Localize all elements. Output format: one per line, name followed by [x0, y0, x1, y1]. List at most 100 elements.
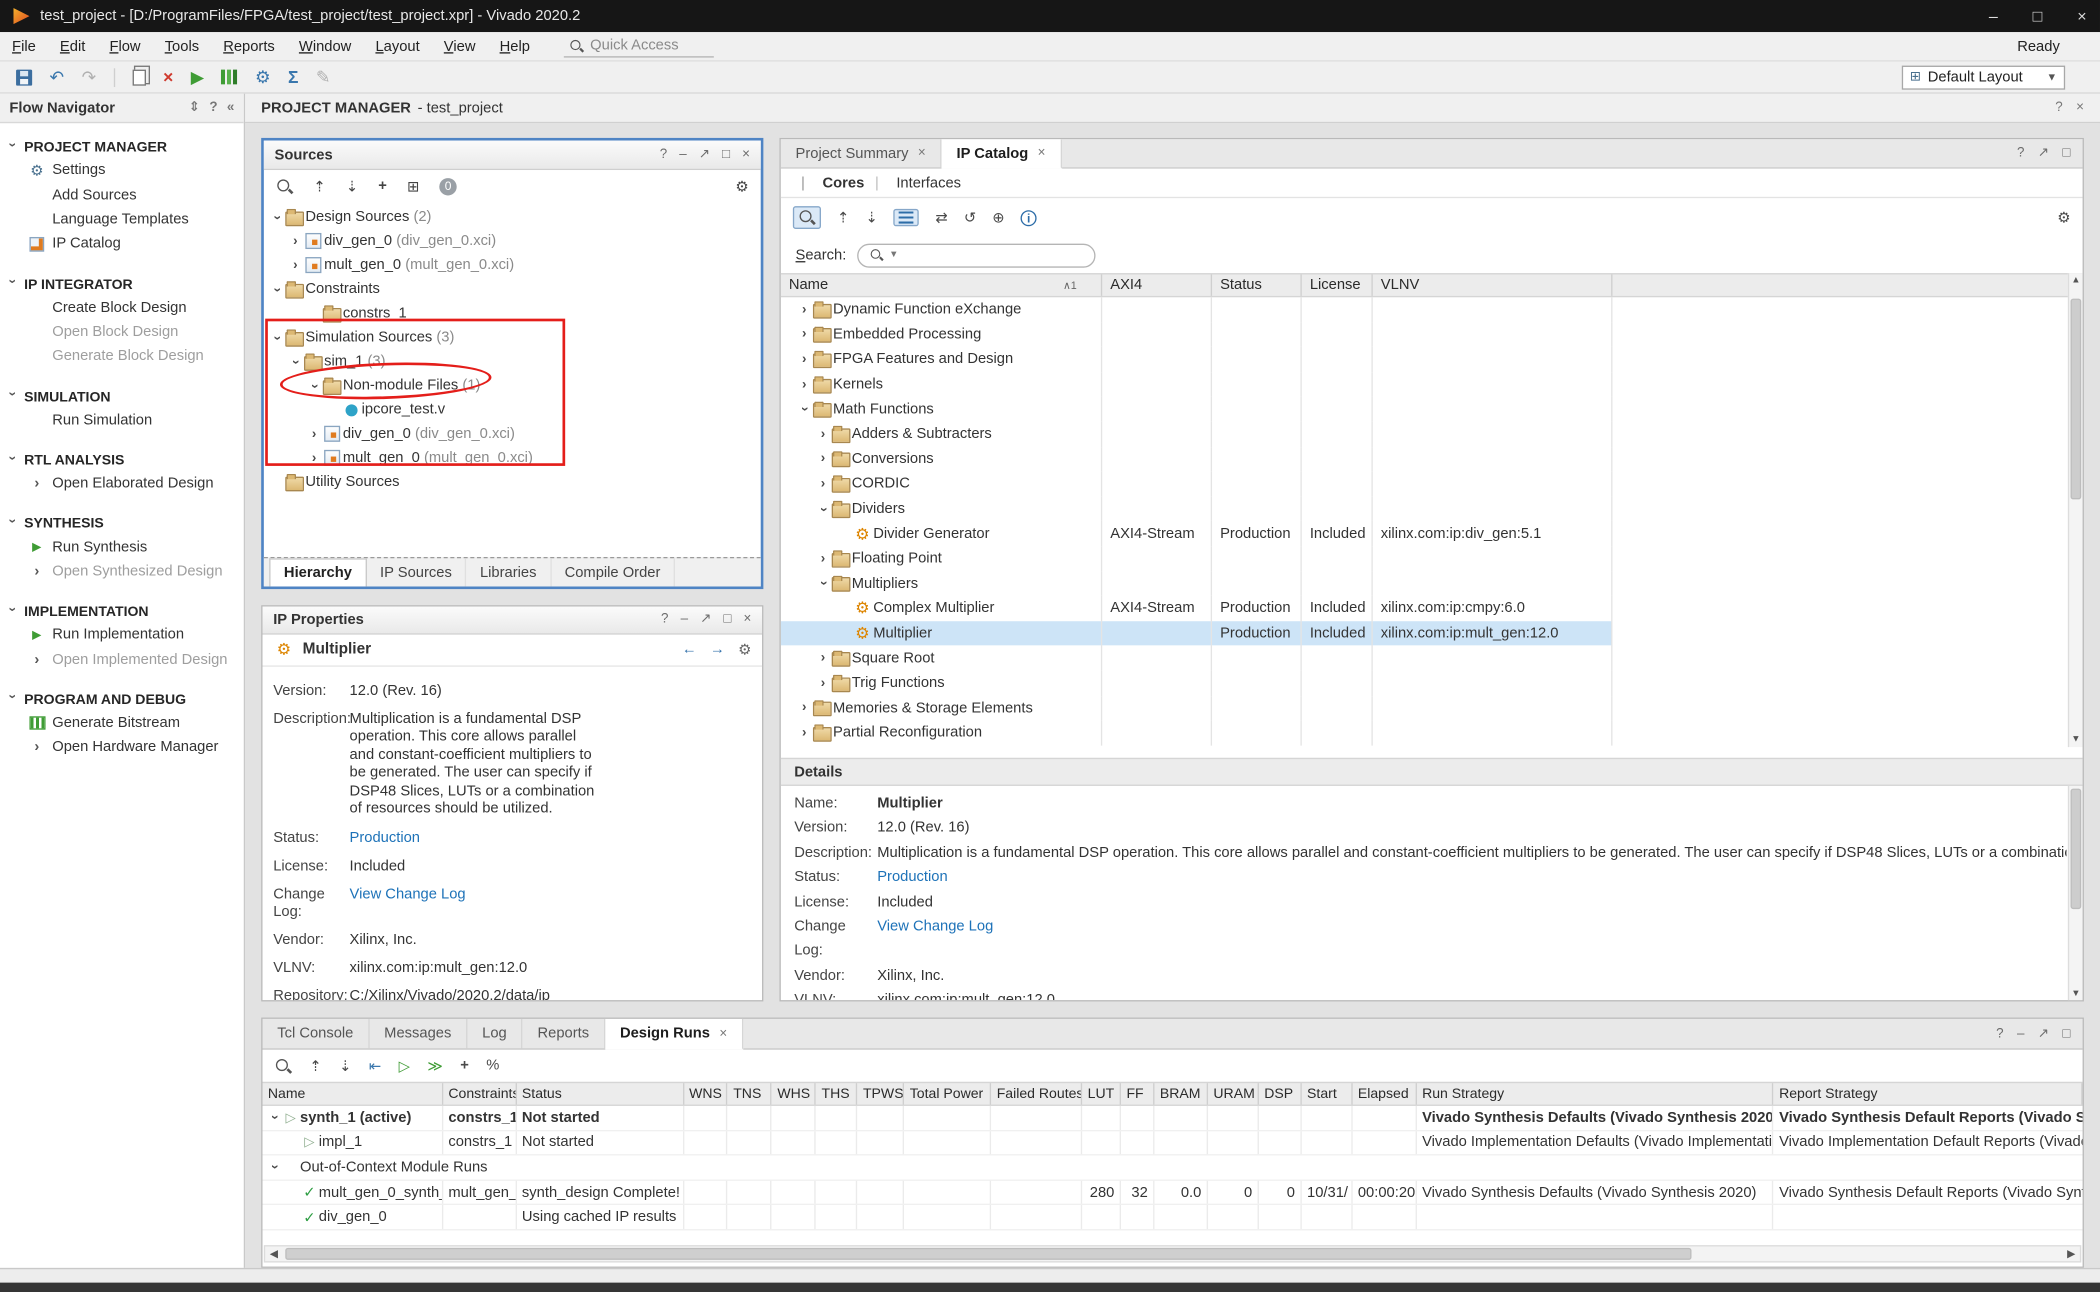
quick-access-search[interactable]: Quick Access — [563, 35, 713, 58]
tree-chevron-icon[interactable] — [269, 282, 284, 297]
menu-item[interactable]: Layout — [363, 34, 431, 58]
table-row[interactable]: Floating Point — [781, 546, 1613, 571]
float-icon[interactable]: ↗ — [2038, 1026, 2049, 1041]
menu-item[interactable]: Help — [488, 34, 542, 58]
maximize-icon[interactable]: □ — [2062, 1026, 2070, 1041]
maximize-window-button[interactable]: □ — [2033, 7, 2043, 26]
search-icon[interactable] — [276, 177, 293, 194]
table-row[interactable]: Embedded Processing — [781, 322, 1613, 347]
run-icon[interactable]: ▶ — [191, 66, 204, 87]
scroll-up-icon[interactable]: ▲ — [2071, 273, 2080, 288]
flow-navigator-item[interactable]: Open Synthesized Design — [0, 559, 244, 584]
column-header[interactable]: FF — [1121, 1083, 1154, 1104]
chevron-down-icon[interactable]: › — [5, 279, 20, 290]
menu-item[interactable]: File — [0, 34, 48, 58]
tree-chevron-icon[interactable] — [797, 726, 812, 741]
sources-view-tab[interactable]: Compile Order — [551, 558, 675, 586]
flow-navigator-item[interactable]: Create Block Design — [0, 295, 244, 320]
chevron-down-icon[interactable]: › — [5, 142, 20, 153]
tree-chevron-icon[interactable] — [797, 302, 812, 317]
table-row[interactable]: Kernels — [781, 372, 1613, 397]
tree-chevron-icon[interactable] — [816, 452, 831, 467]
chevron-down-icon[interactable]: › — [5, 519, 20, 530]
flow-navigator-item[interactable]: Open Implemented Design — [0, 647, 244, 672]
tree-chevron-icon[interactable] — [307, 426, 322, 441]
workspace-tab[interactable]: IP Catalog × — [942, 139, 1062, 168]
tree-item[interactable]: Non-module Files (1) — [264, 374, 761, 398]
bottom-tab[interactable]: Tcl Console × — [262, 1019, 369, 1048]
expand-all-icon[interactable]: ⇣ — [339, 1057, 351, 1074]
column-header[interactable]: Elapsed — [1353, 1083, 1417, 1104]
sources-view-tab[interactable]: Hierarchy — [269, 558, 366, 586]
sources-view-tab[interactable]: Libraries — [467, 558, 552, 586]
column-header[interactable]: Name — [262, 1083, 443, 1104]
help-icon[interactable]: ? — [661, 613, 668, 628]
tree-chevron-icon[interactable] — [816, 676, 831, 691]
column-header[interactable]: BRAM — [1155, 1083, 1209, 1104]
tree-chevron-icon[interactable] — [307, 378, 322, 393]
bottom-tab[interactable]: Design Runs × — [605, 1019, 743, 1050]
tree-item[interactable]: Design Sources (2) — [264, 205, 761, 229]
help-icon[interactable]: ? — [1996, 1026, 2003, 1041]
reset-runs-icon[interactable]: ⇤ — [369, 1057, 381, 1074]
column-header[interactable]: TPWS — [858, 1083, 905, 1104]
flow-settings-icon[interactable]: ⇕ — [189, 100, 200, 115]
column-header[interactable]: DSP — [1259, 1083, 1302, 1104]
tree-chevron-icon[interactable] — [307, 451, 322, 466]
column-header[interactable]: Total Power — [904, 1083, 991, 1104]
flow-navigator-item[interactable]: Open Elaborated Design — [0, 471, 244, 496]
tree-chevron-icon[interactable] — [797, 377, 812, 392]
flow-navigator-item[interactable]: Settings — [0, 158, 244, 183]
chevron-down-icon[interactable]: › — [5, 455, 20, 466]
close-icon[interactable]: × — [744, 613, 752, 628]
undo-icon[interactable]: ↶ — [50, 66, 65, 87]
catalog-subtab[interactable]: Interfaces — [870, 175, 967, 191]
tree-chevron-icon[interactable] — [816, 477, 831, 492]
minimize-window-button[interactable]: – — [1989, 7, 1998, 26]
close-icon[interactable]: × — [742, 147, 750, 162]
table-row[interactable]: Math Functions — [781, 397, 1613, 422]
column-header[interactable]: LUT — [1082, 1083, 1121, 1104]
flow-navigator-header[interactable]: Flow Navigator ⇕ ? « — [0, 94, 244, 123]
tree-chevron-icon[interactable] — [269, 210, 284, 225]
tree-chevron-icon[interactable] — [816, 551, 831, 566]
column-header[interactable]: THS — [816, 1083, 857, 1104]
tree-item[interactable]: sim_1 (3) — [264, 349, 761, 373]
maximize-icon[interactable]: □ — [723, 613, 731, 628]
table-row[interactable]: Divider Generator AXI4-Stream Production… — [781, 521, 1613, 546]
tree-item[interactable]: Utility Sources — [264, 470, 761, 494]
flow-section-header[interactable]: › PROGRAM AND DEBUG — [0, 689, 244, 710]
create-run-icon[interactable]: + — [460, 1058, 469, 1074]
delete-icon[interactable]: × — [163, 67, 173, 87]
collapse-all-icon[interactable]: ⇡ — [837, 209, 849, 226]
chevron-down-icon[interactable]: › — [5, 392, 20, 403]
flow-navigator-item[interactable]: Gener­ate Bitstream — [0, 711, 244, 736]
expand-all-icon[interactable]: ⇣ — [865, 209, 877, 226]
table-row[interactable]: Partial Reconfiguration — [781, 720, 1613, 745]
ip-properties-header[interactable]: IP Properties ? – ↗ □ × — [262, 607, 762, 635]
close-window-button[interactable]: × — [2077, 7, 2086, 26]
column-header[interactable]: WHS — [772, 1083, 816, 1104]
tree-chevron-icon[interactable] — [797, 701, 812, 716]
table-row[interactable]: Memories & Storage Elements — [781, 696, 1613, 721]
search-icon[interactable] — [275, 1057, 292, 1074]
tree-chevron-icon[interactable] — [797, 402, 812, 417]
refresh-icon[interactable]: ↺ — [964, 209, 976, 226]
chevron-down-icon[interactable]: › — [5, 607, 20, 618]
add-repository-icon[interactable]: ⊕ — [992, 209, 1004, 226]
scrollbar-thumb[interactable] — [285, 1248, 1691, 1260]
flow-navigator-item[interactable]: Open Block Design — [0, 320, 244, 345]
help-icon[interactable]: ? — [2017, 146, 2024, 161]
copy-icon[interactable] — [132, 69, 145, 85]
tree-item[interactable]: div_gen_0 (div_gen_0.xci) — [264, 229, 761, 253]
column-header[interactable]: Status — [517, 1083, 684, 1104]
flow-navigator-item[interactable]: Run Synthesis — [0, 535, 244, 560]
table-row[interactable]: div_gen_0 Using cached IP results — [262, 1205, 2082, 1230]
scroll-left-icon[interactable]: ◀ — [265, 1248, 282, 1260]
compare-icon[interactable]: ⇄ — [935, 209, 947, 226]
minimize-icon[interactable]: – — [2017, 1026, 2024, 1041]
float-icon[interactable]: ↗ — [699, 147, 710, 162]
tree-chevron-icon[interactable] — [816, 427, 831, 442]
column-header[interactable]: Failed Routes — [991, 1083, 1082, 1104]
tree-chevron-icon[interactable] — [797, 352, 812, 367]
